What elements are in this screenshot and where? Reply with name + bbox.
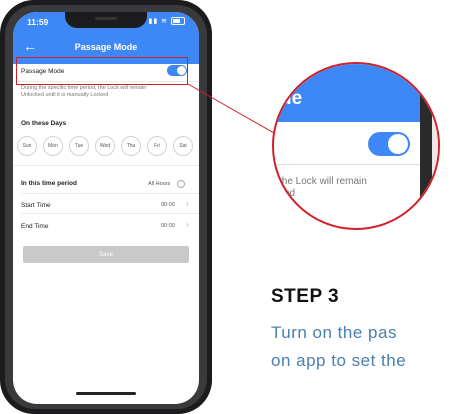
zoom-title: de <box>280 88 303 109</box>
callout-line-lower <box>187 83 275 134</box>
step-title: STEP 3 <box>271 286 340 307</box>
zoom-circle: de the Lock will remain ked <box>272 62 440 230</box>
zoom-toggle <box>368 132 410 156</box>
zoom-header: de <box>274 64 438 122</box>
step-text-line1: Turn on the pas <box>271 323 397 342</box>
step-text-line2: on app to set the <box>271 351 407 370</box>
zoom-description: the Lock will remain ked <box>279 176 367 199</box>
